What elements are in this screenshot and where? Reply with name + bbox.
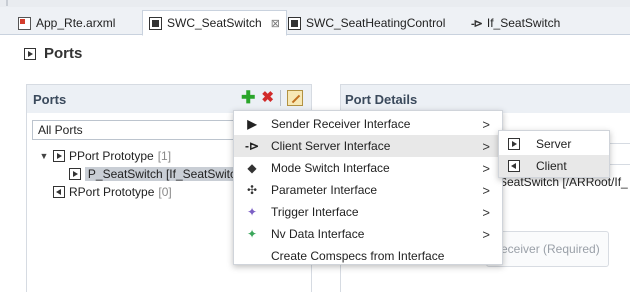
edit-icon[interactable] [287,90,303,106]
menu-item-sender-receiver[interactable]: ▶ Sender Receiver Interface > [234,113,502,135]
trigger-icon: ✦ [246,205,258,219]
context-menu: ▶ Sender Receiver Interface > -⊳ Client … [233,110,503,265]
pport-icon [69,168,81,180]
submenu-arrow-icon: > [482,182,490,198]
add-icon[interactable]: ✚ [241,89,255,107]
arxml-file-icon [18,16,31,30]
ports-icon [24,47,36,60]
tab-app-rte[interactable]: App_Rte.arxml [12,11,121,35]
tree-item-p-seatswitch[interactable]: P_SeatSwitch [If_SeatSwitc [27,165,239,183]
drag-handle [6,0,8,6]
tab-swc-seatswitch[interactable]: SWC_SeatSwitch ⊠ [142,10,287,36]
close-icon[interactable]: ⊠ [271,17,280,30]
menu-item-parameter[interactable]: ✣ Parameter Interface > [234,179,502,201]
delete-icon[interactable]: ✖ [261,89,274,107]
menu-item-nv-data[interactable]: ✦ Nv Data Interface > [234,223,502,245]
tab-swc-seatheatingcontrol[interactable]: SWC_SeatHeatingControl [282,11,451,35]
nv-data-icon: ✦ [246,227,258,241]
tree-item-count: [1] [157,149,172,163]
tree-item-count: [0] [158,185,172,199]
submenu-arrow-icon: > [482,116,490,132]
submenu-arrow-icon: > [482,160,490,176]
submenu-item-server[interactable]: Server [499,133,609,155]
tab-if-seatswitch[interactable]: -⊳ If_SeatSwitch [465,11,566,35]
parameter-icon: ✣ [246,183,258,197]
interface-icon: -⊳ [471,17,483,30]
ports-section-title: Ports [33,91,67,107]
port-details-header: Port Details [341,85,630,113]
submenu-item-client[interactable]: Client [499,155,609,177]
receiver-required-button[interactable]: eceiver (Required) [486,231,609,267]
tab-label: SWC_SeatHeatingControl [306,16,446,30]
mode-switch-icon: ◆ [247,161,257,175]
client-server-icon: -⊳ [244,139,260,153]
window-top-strip [0,0,630,7]
tab-label: SWC_SeatSwitch [167,16,262,30]
submenu-arrow-icon: > [482,204,490,220]
tab-label: If_SeatSwitch [486,16,561,30]
menu-item-create-comspecs[interactable]: Create Comspecs from Interface [234,245,502,267]
rport-icon [53,186,65,198]
server-port-icon [508,138,520,150]
tree-item-label: RPort Prototype [69,185,155,199]
page-title-text: Ports [44,45,83,62]
component-icon [288,16,301,30]
menu-item-trigger[interactable]: ✦ Trigger Interface > [234,201,502,223]
submenu-arrow-icon: > [482,138,490,154]
chevron-down-icon[interactable]: ▼ [39,151,49,161]
toolbar-divider [280,90,281,106]
pport-icon [53,150,65,162]
tree-item-label: P_SeatSwitch [If_SeatSwitc [84,167,239,181]
component-icon [149,16,162,30]
editor-tab-bar: App_Rte.arxml SWC_SeatSwitch ⊠ SWC_SeatH… [0,7,630,36]
client-server-submenu: Server Client [498,130,610,178]
tree-item-label: PPort Prototype [69,149,154,163]
tab-label: App_Rte.arxml [36,16,116,30]
page-title: Ports [24,45,82,62]
menu-item-client-server[interactable]: -⊳ Client Server Interface > [234,135,502,157]
sender-receiver-icon: ▶ [247,117,257,131]
menu-item-mode-switch[interactable]: ◆ Mode Switch Interface > [234,157,502,179]
ports-section-header: Ports ✚ ✖ [27,85,311,113]
client-port-icon [508,160,520,172]
ports-toolbar: ✚ ✖ [241,89,303,107]
submenu-arrow-icon: > [482,226,490,242]
